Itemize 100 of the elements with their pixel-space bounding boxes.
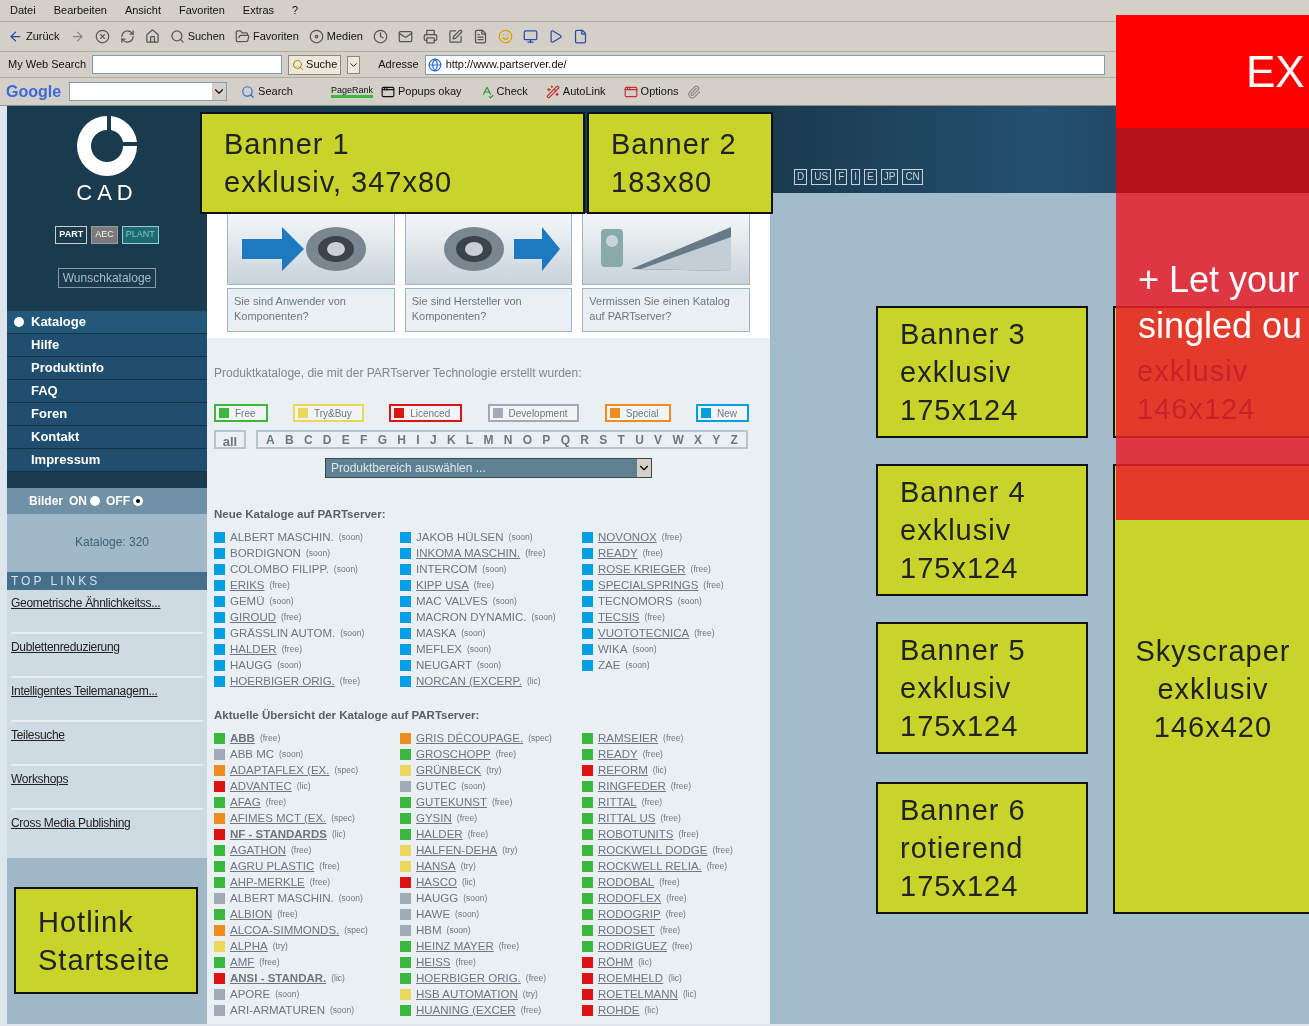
catalog-link[interactable]: REFORM	[598, 764, 648, 777]
product-illustration[interactable]	[227, 213, 395, 285]
catalog-link[interactable]: AHP-MERKLE	[230, 876, 305, 889]
nav-item[interactable]: Impressum	[7, 449, 207, 472]
top-link[interactable]: Intelligentes Teilemanagem...	[11, 682, 158, 700]
letter-link[interactable]: Z	[730, 430, 738, 449]
letter-link[interactable]: H	[397, 430, 407, 449]
file-icon[interactable]	[572, 29, 588, 44]
catalog-link[interactable]: ROEMHELD	[598, 972, 664, 985]
category-select[interactable]: Produktbereich auswählen ...	[325, 458, 652, 478]
catalog-link[interactable]: GUTEKUNST	[416, 796, 487, 809]
web-search-field[interactable]	[92, 55, 283, 74]
catalog-link[interactable]: GIROUD	[230, 611, 276, 623]
letter-link[interactable]: M	[483, 430, 494, 449]
catalog-link[interactable]: HALDER	[230, 643, 277, 655]
letter-link[interactable]: C	[303, 430, 313, 449]
toolbar-button[interactable]: Favoriten	[234, 28, 299, 45]
google-search-field[interactable]	[69, 82, 228, 101]
catalog-link[interactable]: ROHDE	[598, 1004, 640, 1017]
letter-link[interactable]: N	[503, 430, 513, 449]
catalog-link[interactable]: ABB	[230, 732, 255, 745]
language-button[interactable]: D	[794, 169, 808, 185]
menu-item[interactable]: ?	[292, 2, 299, 19]
letter-link[interactable]: K	[446, 430, 456, 449]
wish-catalog-button[interactable]: Wunschkataloge	[57, 268, 157, 288]
catalog-link[interactable]: INKOMA MASCHIN.	[416, 547, 521, 559]
letter-link[interactable]: T	[617, 430, 625, 449]
top-link[interactable]: Geometrische Ähnlichkeitss...	[11, 594, 161, 612]
catalog-link[interactable]: ANSI - STANDAR.	[230, 972, 327, 985]
nav-item[interactable]: Kataloge	[7, 311, 207, 334]
pagerank-button[interactable]: PageRank	[330, 85, 373, 98]
letter-link[interactable]: Y	[712, 430, 721, 449]
radio-button[interactable]	[133, 496, 143, 506]
catalog-link[interactable]: HEISS	[416, 956, 451, 969]
segment-tab[interactable]: PART	[55, 226, 88, 244]
dropdown-icon[interactable]	[212, 83, 227, 100]
catalog-link[interactable]: NOVONOX	[598, 531, 657, 543]
catalog-link[interactable]: HALFEN-DEHA	[416, 844, 498, 857]
catalog-link[interactable]: RODOSET	[598, 924, 655, 937]
all-button[interactable]: all	[214, 430, 246, 449]
language-button[interactable]: E	[864, 169, 877, 185]
catalog-link[interactable]: GROSCHOPP	[416, 748, 491, 761]
letter-link[interactable]: U	[635, 430, 644, 449]
letter-link[interactable]: F	[360, 430, 368, 449]
catalog-link[interactable]: HUANING (EXCER	[416, 1004, 516, 1017]
catalog-link[interactable]: AGATHON	[230, 844, 286, 857]
catalog-link[interactable]: RITTAL US	[598, 812, 656, 825]
clock-icon[interactable]	[372, 29, 388, 44]
letter-link[interactable]: J	[429, 430, 437, 449]
catalog-link[interactable]: ROSE KRIEGER	[598, 563, 686, 575]
nav-item[interactable]: Produktinfo	[7, 357, 207, 380]
catalog-link[interactable]: ROCKWELL DODGE	[598, 844, 708, 857]
letter-link[interactable]: Q	[560, 430, 570, 449]
catalog-link[interactable]: RODOGRIP	[598, 908, 661, 921]
letter-link[interactable]: P	[542, 430, 551, 449]
google-logo[interactable]: Google	[6, 79, 62, 104]
catalog-link[interactable]: ALCOA-SIMMONDS.	[230, 924, 340, 937]
catalog-link[interactable]: HEINZ MAYER	[416, 940, 494, 953]
catalog-link[interactable]: HALDER	[416, 828, 463, 841]
language-button[interactable]: I	[851, 169, 861, 185]
catalog-link[interactable]: TECSIS	[598, 611, 640, 623]
catalog-link[interactable]: READY	[598, 547, 638, 559]
edit-icon[interactable]	[447, 29, 463, 44]
catalog-link[interactable]: HSB AUTOMATION	[416, 988, 518, 1001]
letter-link[interactable]: D	[322, 430, 332, 449]
toolbar-button[interactable]: Medien	[308, 28, 363, 45]
autolink-button[interactable]: AutoLink	[545, 83, 606, 100]
refresh-icon[interactable]	[119, 29, 135, 44]
menu-item[interactable]: Ansicht	[124, 2, 161, 19]
catalog-link[interactable]: ALBION	[230, 908, 273, 921]
top-link[interactable]: Teilesuche	[11, 726, 65, 744]
catalog-link[interactable]: RÖHM	[598, 956, 634, 969]
catalog-link[interactable]: AFIMES MCT (EX.	[230, 812, 327, 825]
language-button[interactable]: JP	[880, 169, 899, 185]
letter-link[interactable]: W	[672, 430, 684, 449]
nav-item[interactable]: Hilfe	[7, 334, 207, 357]
letter-link[interactable]: B	[284, 430, 294, 449]
printer-icon[interactable]	[422, 29, 438, 44]
catalog-link[interactable]: NF - STANDARDS	[230, 828, 327, 841]
nav-item[interactable]: Foren	[7, 403, 207, 426]
menu-item[interactable]: Datei	[10, 2, 36, 19]
catalog-link[interactable]: RAMSEIER	[598, 732, 659, 745]
catalog-link[interactable]: AFAG	[230, 796, 261, 809]
menu-item[interactable]: Extras	[242, 2, 275, 19]
catalog-link[interactable]: ERIKS	[230, 579, 265, 591]
catalog-link[interactable]: KIPP USA	[416, 579, 469, 591]
top-link[interactable]: Cross Media Publishing	[11, 814, 131, 832]
catalog-link[interactable]: ROCKWELL RELIA.	[598, 860, 702, 873]
catalog-link[interactable]: AGRU PLASTIC	[230, 860, 315, 873]
language-button[interactable]: US	[811, 169, 832, 185]
catalog-link[interactable]: ADVANTEC	[230, 780, 292, 793]
catalog-link[interactable]: ALPHA	[230, 940, 268, 953]
language-button[interactable]: F	[835, 169, 848, 185]
catalog-link[interactable]: SPECIALSPRINGS	[598, 579, 699, 591]
catalog-link[interactable]: RITTAL	[598, 796, 637, 809]
catalog-link[interactable]: RODOFLEX	[598, 892, 662, 905]
play-icon[interactable]	[547, 29, 563, 44]
nav-item[interactable]: FAQ	[7, 380, 207, 403]
catalog-link[interactable]: AMF	[230, 956, 255, 969]
monitor-icon[interactable]	[522, 29, 538, 44]
